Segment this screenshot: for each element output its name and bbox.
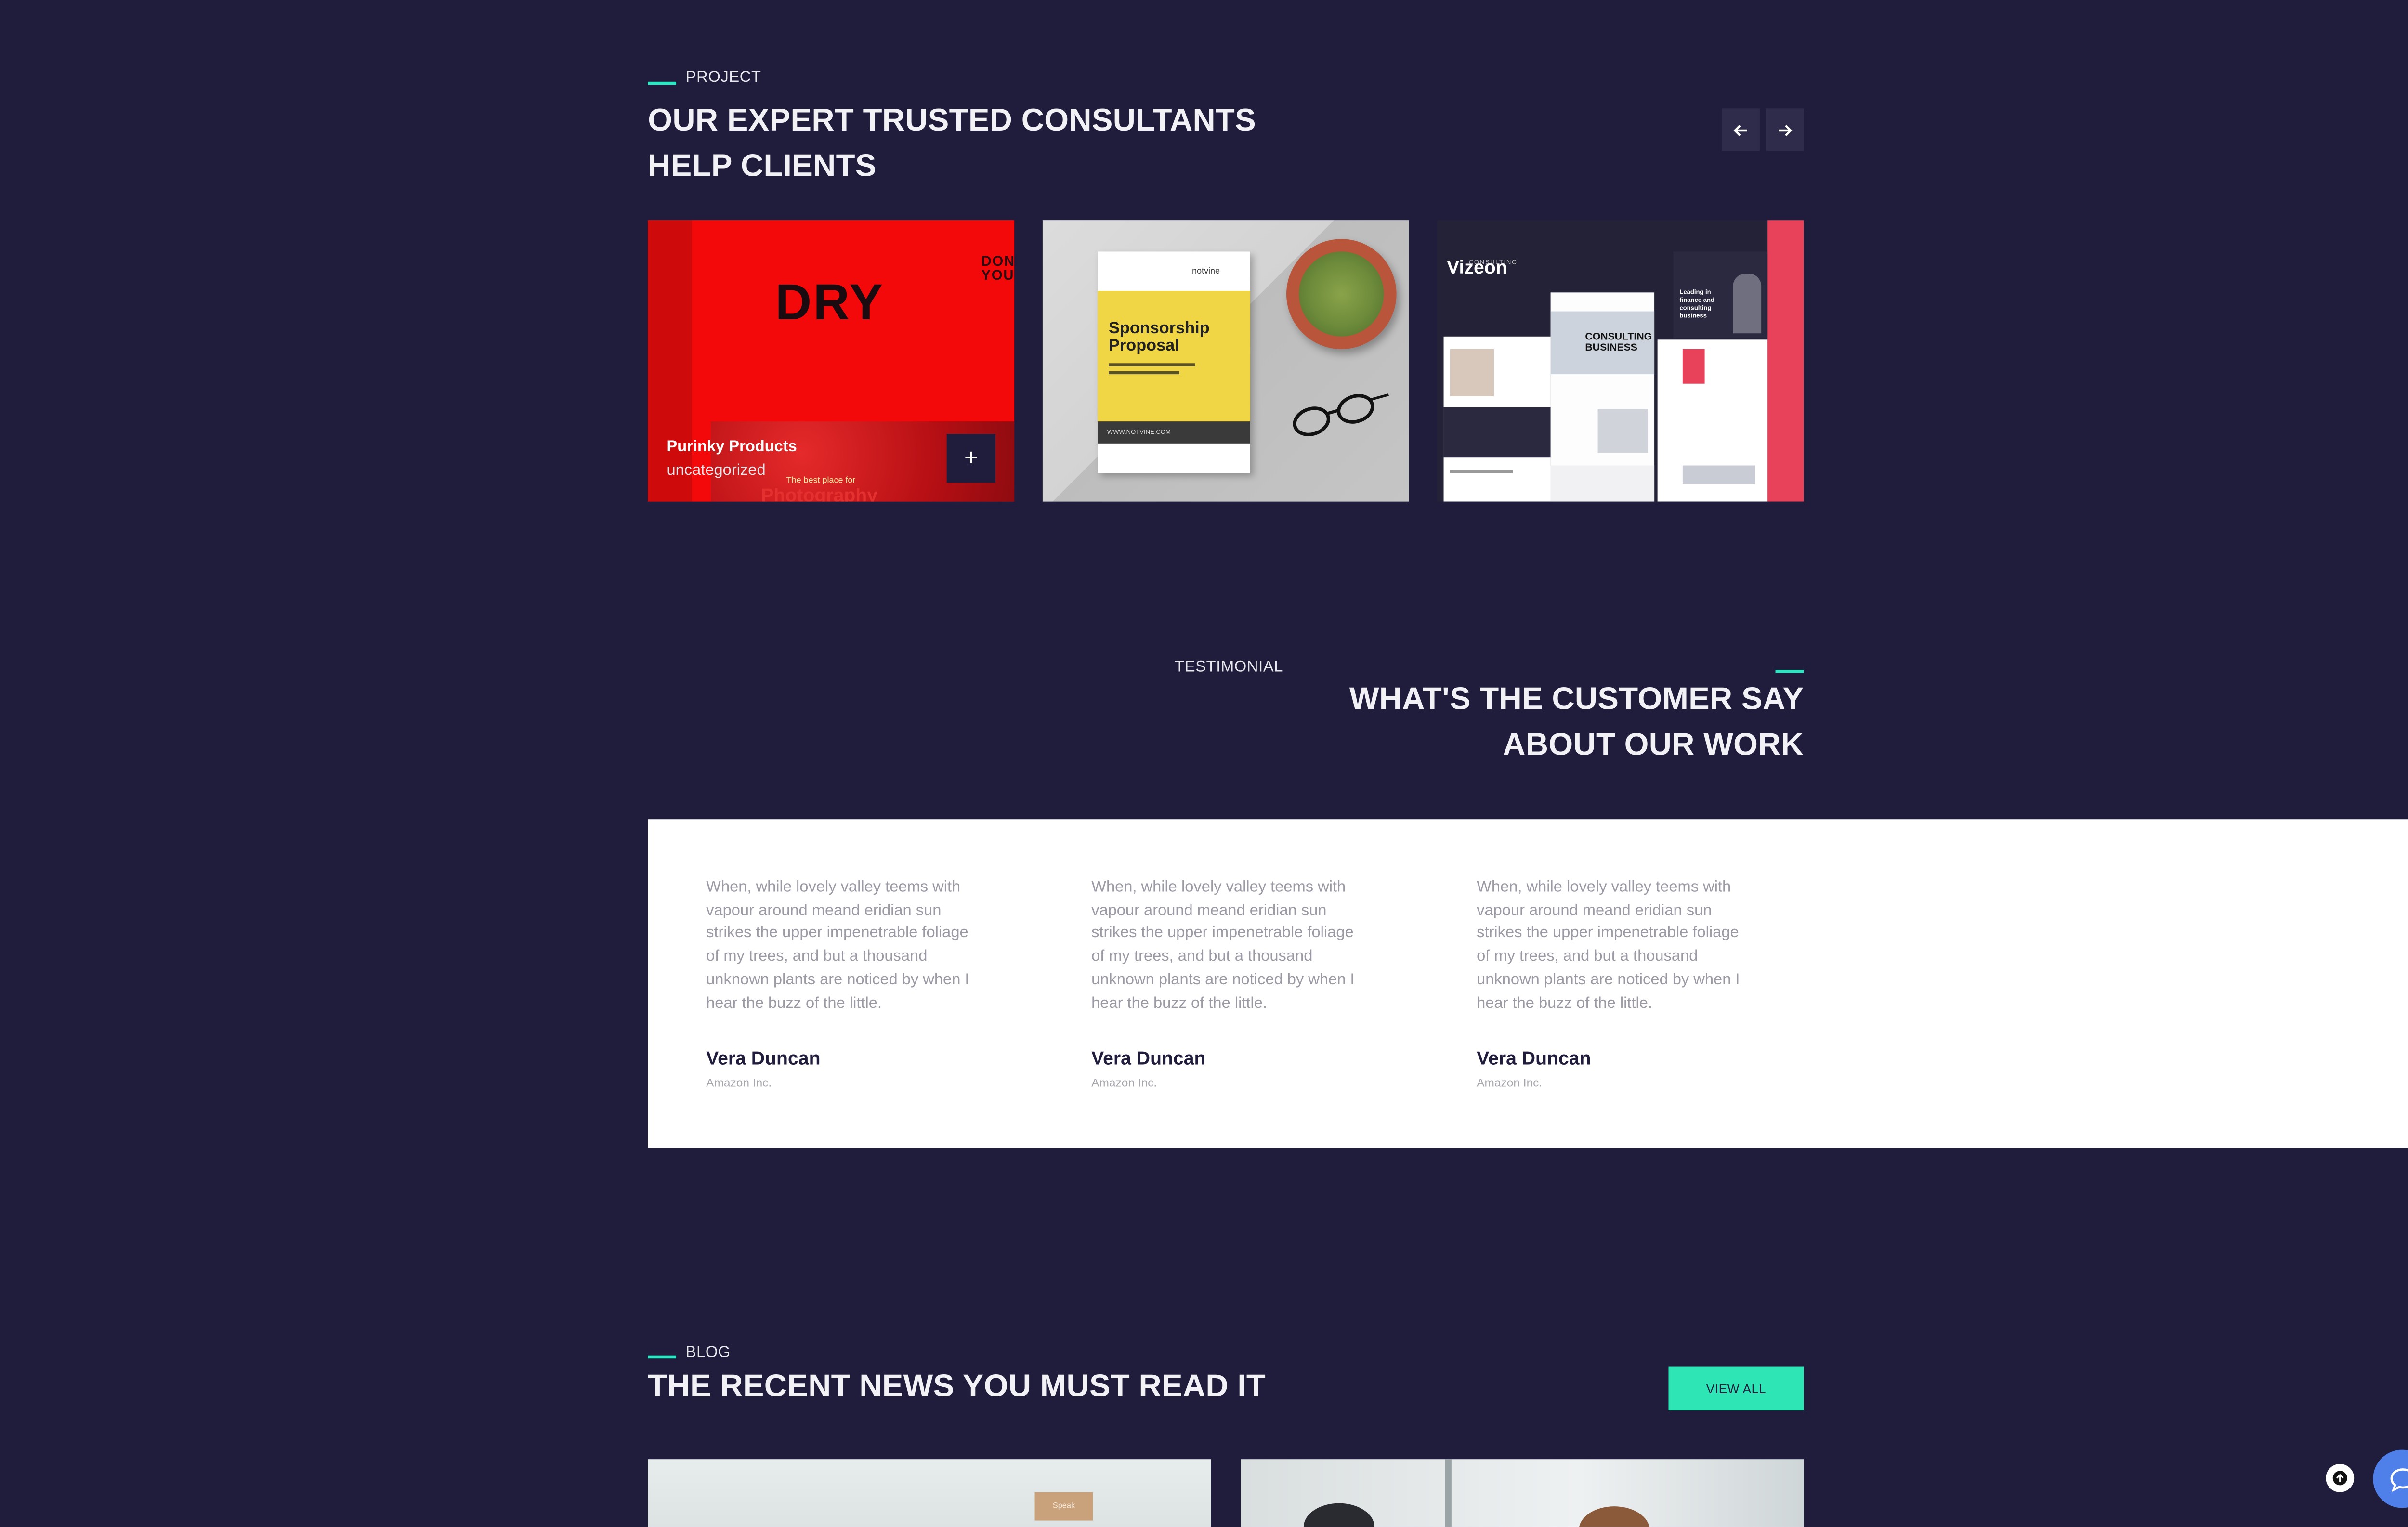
testimonial-title-line2: ABOUT OUR WORK — [1503, 728, 1804, 763]
arrow-up-icon — [2332, 1471, 2347, 1486]
blog-card-1-image[interactable]: Speak — [648, 1459, 1211, 1527]
testimonial-quote: When, while lovely valley teems with vap… — [706, 879, 969, 1012]
plant-pot — [1286, 239, 1397, 349]
page: PROJECT OUR EXPERT TRUSTED CONSULTANTS H… — [0, 0, 2408, 1527]
card3-person — [1733, 274, 1762, 334]
testimonial-company: Amazon Inc. — [706, 1075, 772, 1090]
carousel-next-button[interactable] — [1766, 108, 1804, 151]
card3-thumb-3 — [1682, 349, 1705, 384]
card-art-word: DRY — [775, 274, 885, 330]
testimonial-name: Vera Duncan — [706, 1047, 821, 1070]
card3-dark-band — [1443, 407, 1551, 458]
project-card-2[interactable]: notvine Sponsorship Proposal WWW.NOTVINE… — [1042, 220, 1409, 502]
doc-brand: notvine — [1192, 267, 1220, 277]
project-title-line1: OUR EXPERT TRUSTED CONSULTANTS — [648, 104, 1256, 139]
card3-footer-strip — [1550, 465, 1655, 502]
view-all-button[interactable]: VIEW ALL — [1668, 1366, 1804, 1410]
card3-mid-text: CONSULTING BUSINESS — [1585, 331, 1652, 354]
card3-hero-text: Leading in finance and consulting busine… — [1679, 287, 1714, 319]
blog-card-2-person — [1579, 1506, 1650, 1527]
testimonial-title: WHAT'S THE CUSTOMER SAY ABOUT OUR WORK — [1349, 678, 1804, 769]
card-title[interactable]: Purinky Products — [667, 439, 797, 456]
carousel-prev-button[interactable] — [1722, 108, 1760, 151]
blog-eyebrow: BLOG — [685, 1344, 731, 1362]
card3-brand: Vizeon — [1447, 256, 1507, 278]
doc-line — [1109, 371, 1179, 375]
chat-bubble-icon — [2389, 1467, 2408, 1491]
blog-card-1-tag: Speak — [1034, 1492, 1093, 1521]
project-title-line2: HELP CLIENTS — [648, 149, 877, 184]
testimonial-name: Vera Duncan — [1091, 1047, 1206, 1070]
doc-title-line1: Sponsorship — [1109, 319, 1210, 339]
card-category: uncategorized — [667, 462, 766, 480]
doc-title-line2: Proposal — [1109, 336, 1179, 355]
project-eyebrow: PROJECT — [685, 69, 761, 87]
doc-footer: WWW.NOTVINE.COM — [1098, 421, 1250, 444]
eyebrow-line — [648, 81, 677, 84]
doc-footer-text: WWW.NOTVINE.COM — [1107, 428, 1171, 436]
card3-thumb-2 — [1597, 408, 1649, 453]
blog-card-2-image[interactable] — [1241, 1459, 1804, 1527]
plus-icon: + — [964, 445, 978, 472]
arrow-right-icon — [1779, 124, 1793, 136]
scroll-to-top-button[interactable] — [2326, 1463, 2355, 1492]
blog-card-2-window-frame — [1445, 1459, 1452, 1527]
card-art-bottom: Photography — [761, 484, 878, 502]
card-art-side: DON YOU — [981, 253, 1015, 283]
plant-leaves — [1299, 251, 1384, 337]
card3-line — [1450, 470, 1513, 473]
card3-hero-panel: Leading in finance and consulting busine… — [1673, 251, 1768, 339]
testimonial-quote: When, while lovely valley teems with vap… — [1091, 879, 1355, 1012]
doc-title: Sponsorship Proposal — [1109, 321, 1210, 354]
testimonial-quote: When, while lovely valley teems with vap… — [1477, 879, 1740, 1012]
card-art-strip — [648, 220, 692, 502]
card3-thumb-row — [1682, 465, 1755, 484]
card3-page-right — [1657, 339, 1768, 502]
blog-title: THE RECENT NEWS YOU MUST READ IT — [648, 1370, 1266, 1404]
testimonial-eyebrow: TESTIMONIAL — [1175, 659, 1283, 677]
chat-button[interactable] — [2373, 1449, 2408, 1508]
card3-red-strip — [1767, 220, 1804, 502]
doc-line — [1109, 363, 1195, 366]
card3-thumb — [1450, 349, 1494, 396]
eyebrow-line — [648, 1355, 677, 1358]
card3-page-left — [1443, 336, 1551, 502]
blog-card-2-person — [1303, 1503, 1374, 1527]
project-card-1[interactable]: DRY DON YOU The best place for Photograp… — [648, 220, 1015, 502]
testimonial-name: Vera Duncan — [1477, 1047, 1591, 1070]
testimonial-panel: When, while lovely valley teems with vap… — [648, 819, 2408, 1148]
arrow-left-icon — [1733, 124, 1747, 136]
testimonial-company: Amazon Inc. — [1477, 1075, 1543, 1090]
doc-yellow-block: Sponsorship Proposal — [1098, 291, 1250, 422]
project-card-3[interactable]: CONSULTING Vizeon Leading in finance and… — [1437, 220, 1804, 502]
testimonial-company: Amazon Inc. — [1091, 1075, 1157, 1090]
card3-page-mid: CONSULTING BUSINESS — [1550, 292, 1655, 502]
glasses-image — [1293, 393, 1389, 436]
project-title: OUR EXPERT TRUSTED CONSULTANTS HELP CLIE… — [648, 99, 1256, 190]
eyebrow-line — [1775, 670, 1804, 672]
testimonial-title-line1: WHAT'S THE CUSTOMER SAY — [1349, 682, 1804, 717]
card-expand-button[interactable]: + — [946, 434, 995, 483]
proposal-document: notvine Sponsorship Proposal WWW.NOTVINE… — [1098, 251, 1250, 473]
